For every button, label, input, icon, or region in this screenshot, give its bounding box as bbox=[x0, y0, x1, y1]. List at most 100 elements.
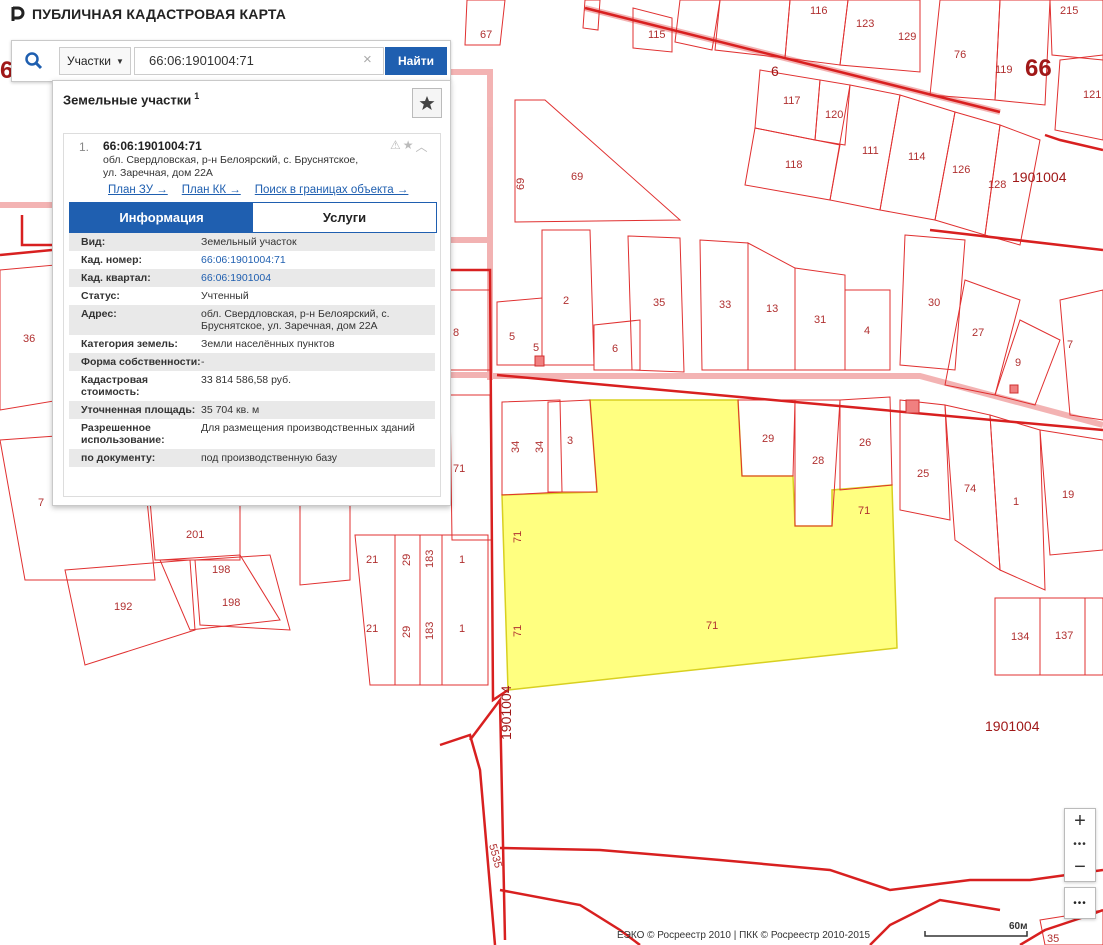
more-tools-button[interactable]: ••• bbox=[1064, 887, 1096, 919]
quarter-label: 1901004 bbox=[498, 685, 514, 740]
favorites-button[interactable] bbox=[412, 88, 442, 118]
results-panel: Земельные участки 1 1. 66:06:1901004:71 ⚠… bbox=[52, 80, 451, 506]
parcel-number-label: 71 bbox=[453, 463, 465, 475]
zoom-levels-button[interactable]: ••• bbox=[1065, 833, 1095, 855]
info-value: 33 814 586,58 руб. bbox=[201, 374, 292, 386]
parcel-number-label: 31 bbox=[814, 314, 826, 326]
info-key: Уточненная площадь: bbox=[81, 404, 196, 416]
search-input[interactable]: 66:06:1901004:71 bbox=[134, 47, 384, 75]
parcel-number-label: 5 bbox=[533, 342, 539, 354]
parcel-number-label: 117 bbox=[783, 95, 801, 107]
info-value: - bbox=[201, 356, 205, 368]
building-marker bbox=[534, 355, 545, 367]
parcel-number-label: 6 bbox=[612, 343, 618, 355]
clear-icon[interactable]: × bbox=[363, 52, 372, 68]
parcel-number-label: 71 bbox=[706, 620, 718, 632]
info-value-link[interactable]: 66:06:1901004:71 bbox=[201, 254, 435, 266]
zoom-out-button[interactable]: − bbox=[1065, 855, 1095, 879]
tab-services[interactable]: Услуги bbox=[253, 203, 436, 232]
parcel-number-label: 111 bbox=[862, 145, 879, 157]
parcel-number-label: 121 bbox=[1083, 89, 1101, 101]
plan-kk-link[interactable]: План КК → bbox=[182, 184, 241, 196]
zoom-control: + ••• − bbox=[1064, 808, 1096, 882]
parcel-number-label: 192 bbox=[114, 601, 132, 613]
parcel-number-label: 5 bbox=[509, 331, 515, 343]
info-value-link[interactable]: 66:06:1901004 bbox=[201, 272, 435, 284]
info-key: Категория земель: bbox=[81, 338, 178, 350]
parcel-number-label: 74 bbox=[964, 483, 976, 495]
logo-icon bbox=[11, 6, 25, 21]
quarter-label-big: 66 bbox=[1025, 55, 1052, 82]
scale-label: 60м bbox=[1009, 921, 1028, 932]
parcel-number-label: 128 bbox=[988, 179, 1006, 191]
info-row: Категория земель: Земли населённых пункто… bbox=[69, 335, 435, 353]
parcel-number-label: 36 bbox=[23, 333, 35, 345]
parcel-number-label: 4 bbox=[864, 325, 870, 337]
info-row: Разрешенное использование: Для размещения… bbox=[69, 419, 435, 449]
parcel-number-label: 19 bbox=[1062, 489, 1074, 501]
info-key: Адрес: bbox=[81, 308, 117, 320]
info-value: обл. Свердловская, р-н Белоярский, с. Бр… bbox=[201, 308, 390, 332]
chevron-up-icon[interactable]: ︿ bbox=[416, 138, 428, 155]
info-key: по документу: bbox=[81, 452, 156, 464]
warning-icon[interactable]: ⚠ bbox=[390, 138, 401, 155]
search-type-select[interactable]: Участки ▼ bbox=[59, 47, 131, 75]
parcel-number-label: 30 bbox=[928, 297, 940, 309]
parcel-number-label: 35 bbox=[653, 297, 665, 309]
info-value: Земли населённых пунктов bbox=[201, 338, 335, 350]
quarter-label: 1901004 bbox=[985, 718, 1040, 734]
zoom-in-button[interactable]: + bbox=[1065, 809, 1095, 833]
search-icon-button[interactable] bbox=[12, 41, 56, 81]
parcel-number-label: 1 bbox=[459, 554, 465, 566]
search-bar: Участки ▼ 66:06:1901004:71 × Найти bbox=[11, 40, 451, 82]
info-value: Учтенный bbox=[201, 290, 249, 302]
parcel-number-label: 137 bbox=[1055, 630, 1073, 642]
find-button[interactable]: Найти bbox=[385, 47, 447, 75]
parcel-number-label: 29 bbox=[762, 433, 774, 445]
result-tabs: Информация Услуги bbox=[69, 202, 437, 233]
info-value: под производственную базу bbox=[201, 452, 338, 464]
parcel-number-label: 13 bbox=[766, 303, 778, 315]
building-marker bbox=[1009, 384, 1019, 394]
quarter-label: 1901004 bbox=[1012, 169, 1067, 185]
info-value: 35 704 кв. м bbox=[201, 404, 260, 416]
parcel-number-label: 215 bbox=[1060, 5, 1078, 17]
parcel-number-label: 3 bbox=[567, 435, 573, 447]
parcel-number-label: 126 bbox=[952, 164, 970, 176]
parcel-number-label: 28 bbox=[812, 455, 824, 467]
parcel-number-label: 71 bbox=[858, 505, 870, 517]
parcel-number-label: 198 bbox=[212, 564, 230, 576]
tab-information[interactable]: Информация bbox=[70, 203, 253, 232]
plan-zu-link[interactable]: План ЗУ → bbox=[108, 184, 168, 196]
info-key: Кадастровая стоимость: bbox=[81, 374, 148, 398]
parcel-number-label: 9 bbox=[1015, 357, 1021, 369]
info-row: Адрес: обл. Свердловская, р-н Белоярский,… bbox=[69, 305, 435, 335]
parcel-number-label: 7 bbox=[38, 497, 44, 509]
search-in-bounds-link[interactable]: Поиск в границах объекта → bbox=[255, 184, 409, 196]
result-card[interactable]: 1. 66:06:1901004:71 ⚠ ★ ︿ обл. Свердловс… bbox=[63, 133, 441, 497]
star-icon bbox=[419, 96, 435, 110]
parcel-number-label: 123 bbox=[856, 18, 874, 30]
app-brand: ПУБЛИЧНАЯ КАДАСТРОВАЯ КАРТА bbox=[10, 6, 286, 22]
parcel-number-label: 69 bbox=[571, 171, 583, 183]
parcel-number-label: 129 bbox=[898, 31, 916, 43]
parcel-number-label: 115 bbox=[648, 29, 666, 41]
address-line: обл. Свердловская, р-н Белоярский, с. Бр… bbox=[103, 154, 359, 166]
parcel-number-label: 71 bbox=[512, 531, 524, 543]
parcel-number-label: 119 bbox=[995, 64, 1013, 76]
info-key: Форма собственности: bbox=[81, 356, 201, 368]
result-index: 1. bbox=[79, 140, 90, 154]
parcel-number-label: 25 bbox=[917, 468, 929, 480]
info-key: Кад. номер: bbox=[81, 254, 143, 266]
caret-down-icon: ▼ bbox=[116, 56, 124, 66]
star-icon[interactable]: ★ bbox=[403, 138, 414, 155]
parcel-number-label: 35 bbox=[1047, 933, 1059, 945]
info-key: Кад. квартал: bbox=[81, 272, 151, 284]
parcel-number-label: 34 bbox=[510, 441, 522, 453]
parcel-number-label: 183 bbox=[424, 550, 436, 568]
parcel-number-label: 1 bbox=[1013, 496, 1019, 508]
parcel-number-label: 27 bbox=[972, 327, 984, 339]
info-row: Кад. номер: 66:06:1901004:71 bbox=[69, 251, 435, 269]
parcel-number-label: 8 bbox=[453, 327, 459, 339]
result-cadastral-number[interactable]: 66:06:1901004:71 bbox=[103, 139, 202, 153]
